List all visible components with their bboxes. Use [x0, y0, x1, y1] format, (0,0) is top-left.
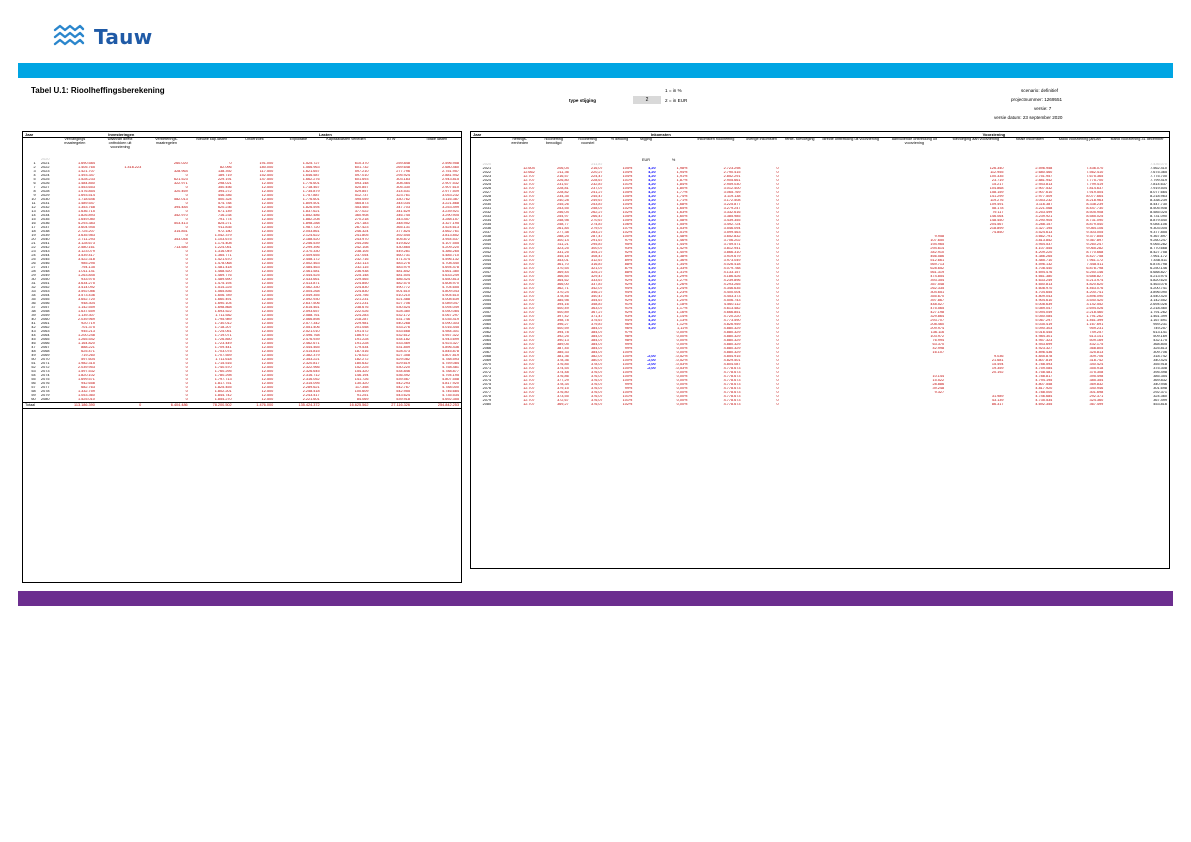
- table-cell: 12.707: [523, 403, 535, 407]
- right-col-header: toevoeging aan voorziening: [952, 137, 1000, 141]
- option-label-2: 2 = in EUR: [665, 98, 688, 103]
- table-cell: 376,07: [591, 403, 603, 407]
- left-col-header: Vervangings maatregelen: [64, 137, 86, 145]
- option-label-1: 1 = in %: [665, 88, 682, 93]
- page-title: Tabel U.1: Rioolheffingsberekening: [31, 86, 165, 95]
- total-cell: 27.116.326: [370, 402, 413, 409]
- table-cell: 367.499: [1089, 403, 1104, 407]
- table-cell: 4.692.355: [1035, 403, 1053, 407]
- lasten-table: Jaar Investeringen Lasten Vervangings ma…: [23, 132, 461, 409]
- right-col-header: totale inkomsten: [1016, 137, 1044, 141]
- table-cell: 369,27: [557, 403, 569, 407]
- left-col-header: Kapitaallasten verleden: [326, 137, 366, 141]
- right-col-header: % dekking: [610, 137, 629, 141]
- total-cell: 78.200.502: [189, 402, 234, 409]
- project-number: projectnummer: 1269551: [1011, 97, 1063, 102]
- table-cell: [781, 403, 819, 407]
- left-col-header: waarvan direct onttrokken uit voorzienin…: [107, 137, 133, 149]
- total-row: Totaal 113.186.390 0 6.404.486 78.200.502 1.4…: [23, 402, 461, 409]
- total-cell: 0: [96, 402, 144, 409]
- right-col-header: inkomsten rioolheffing: [697, 137, 735, 141]
- total-cell: 6.404.486: [143, 402, 190, 409]
- table-cell: 0,00%: [676, 403, 688, 407]
- inkomsten-voorziening-table: Jaar Inkomsten Voorziening heffings- een…: [471, 132, 1169, 407]
- table-cell: [883, 403, 947, 407]
- control-label: type stijging: [569, 98, 597, 103]
- scenario-label: scenario: definitief: [1021, 88, 1059, 93]
- total-cell: Totaal: [23, 402, 53, 409]
- version-date: versie datum: 23 september 2020: [994, 115, 1063, 120]
- right-col-header: rente- toevoeging: [784, 137, 815, 141]
- table-row: 2080 12.707 369,27 376,07 102% 0,00% 4.778.673…: [471, 403, 1169, 407]
- left-col-header: BTW: [387, 137, 396, 141]
- right-col-header: rioolheffing voorstel: [578, 137, 597, 145]
- right-col-header: stijging: [640, 137, 652, 141]
- right-col-header: rioolheffing benodigd: [544, 137, 563, 145]
- left-col-header: Totale lasten: [425, 137, 448, 141]
- table-cell: 0: [776, 403, 779, 407]
- table-cell: 102%: [622, 403, 633, 407]
- right-col-header: saldo voorziening januari: [1058, 137, 1101, 141]
- right-col-header: overige inkomsten: [746, 137, 777, 141]
- left-col-header: Exploitatie: [289, 137, 308, 141]
- right-col-header: stand voorziening 31 december: [1110, 137, 1164, 141]
- right-col-header: directe onttrekking uit voorziening: [822, 137, 879, 141]
- total-cell: 135.424.372: [275, 402, 322, 409]
- tauw-logo-text: Tauw: [94, 25, 153, 49]
- table-cell: 453.816: [1153, 403, 1167, 407]
- total-cell: 113.186.390: [52, 402, 97, 409]
- header-band: [18, 63, 1173, 78]
- footer-band: [18, 591, 1173, 606]
- right-col-header: [658, 138, 690, 159]
- total-cell: 254.842.253: [412, 402, 461, 409]
- left-col-header: Onderzoek: [245, 137, 264, 141]
- table-cell: [819, 403, 883, 407]
- left-col-header: Nieuwe kap.lasten: [196, 137, 228, 141]
- tauw-logo: Tauw: [52, 24, 152, 50]
- total-cell: 1.476.000: [233, 402, 276, 409]
- total-cell: 16.625.562: [321, 402, 371, 409]
- tauw-logo-icon: [53, 24, 85, 46]
- type-stijging-input[interactable]: 2: [633, 96, 661, 104]
- table-cell: 4.778.673: [723, 403, 741, 407]
- right-col-header: aanvullende onttrekking uit voorziening: [891, 137, 937, 145]
- table-cell: 86.317: [991, 403, 1004, 407]
- left-col-header: Verbeterings- maatregelen: [155, 137, 178, 145]
- right-col-header: heffings- eenheden: [511, 137, 529, 145]
- table-cell: 2080: [482, 403, 492, 407]
- table-cell: [634, 403, 657, 407]
- version: versie: 7: [1034, 106, 1052, 111]
